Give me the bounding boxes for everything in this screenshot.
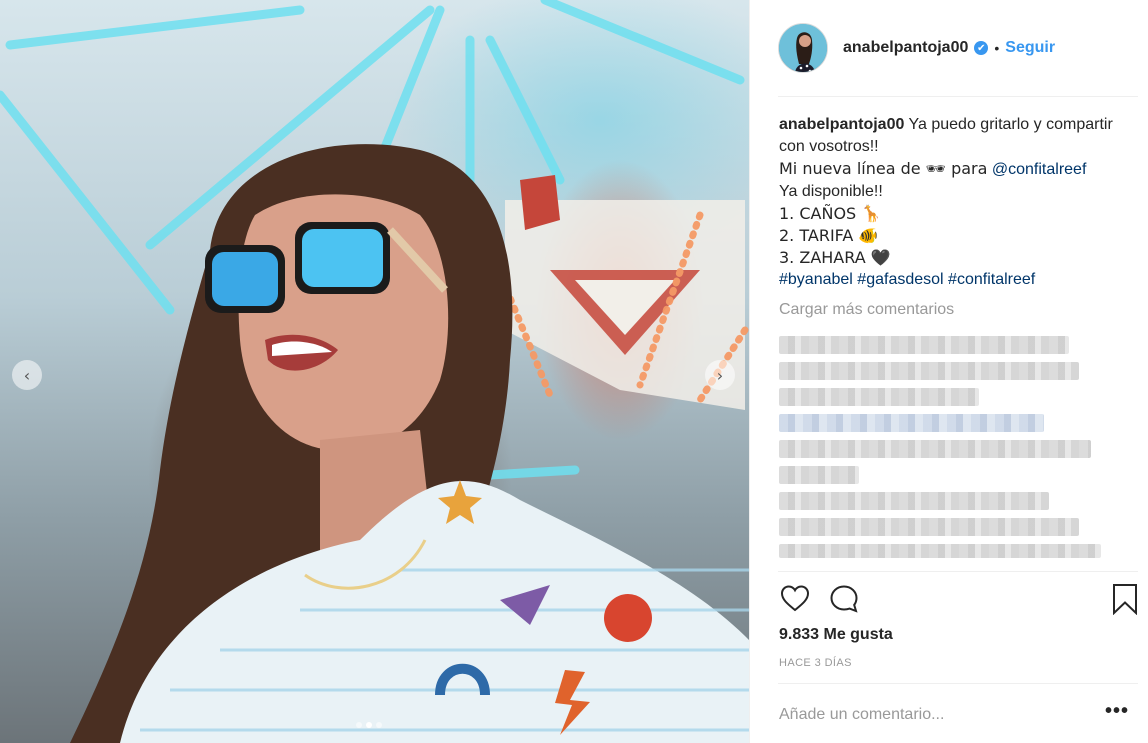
load-more-comments-button[interactable]: Cargar más comentarios [779, 301, 954, 319]
carousel-dot-active [366, 722, 372, 728]
chevron-left-icon: ‹ [23, 365, 31, 385]
verified-badge-icon: ✔ [974, 41, 989, 55]
caption-list-item: 3. ZAHARA 🖤 [779, 248, 891, 267]
post-caption: anabelpantoja00 Ya puedo gritarlo y comp… [779, 114, 1119, 291]
pixelated-comment [779, 466, 859, 484]
pixelated-comment [779, 492, 1049, 510]
pixelated-comment [779, 544, 1101, 558]
action-bar [779, 583, 1137, 616]
carousel-dot [356, 722, 362, 728]
hashtag-link[interactable]: #gafasdesol [857, 271, 943, 288]
mention-link[interactable]: @confitalreef [992, 161, 1087, 178]
more-options-button[interactable]: ••• [1105, 700, 1129, 723]
photo-illustration [0, 0, 749, 743]
avatar[interactable] [778, 23, 828, 73]
comment-bubble-icon [830, 585, 858, 613]
pixelated-comments [779, 336, 1109, 566]
add-comment-input[interactable] [779, 706, 1079, 724]
heart-icon [780, 585, 810, 612]
hashtag-link[interactable]: #byanabel [779, 271, 853, 288]
post-timestamp[interactable]: HACE 3 DÍAS [779, 657, 852, 669]
like-button[interactable] [779, 583, 811, 615]
post-sidebar: anabelpantoja00 ✔ • Seguir anabelpantoja… [749, 0, 1148, 743]
comment-button[interactable] [828, 583, 860, 615]
carousel-indicator [356, 722, 382, 728]
pixelated-comment [779, 414, 1044, 432]
post-header: anabelpantoja00 ✔ • Seguir [778, 22, 1133, 74]
save-button[interactable] [1109, 583, 1141, 616]
divider [778, 683, 1138, 684]
divider [778, 571, 1138, 572]
avatar-image [779, 24, 827, 72]
previous-photo-button[interactable]: ‹ [12, 360, 42, 390]
next-photo-button[interactable]: › [705, 360, 735, 390]
caption-text: Ya disponible!! [779, 183, 883, 200]
post-photo[interactable]: ‹ › [0, 0, 749, 743]
pixelated-comment [779, 518, 1079, 536]
rose-patch [604, 594, 652, 642]
hashtag-link[interactable]: #confitalreef [948, 271, 1035, 288]
caption-username-link[interactable]: anabelpantoja00 [779, 116, 904, 133]
like-count-link[interactable]: 9.833 Me gusta [779, 626, 893, 644]
caption-text: Mi nueva línea de 🕶 para [779, 159, 988, 178]
pixelated-comment [779, 388, 979, 406]
pixelated-comment [779, 362, 1079, 380]
separator-dot: • [994, 40, 1000, 56]
header-username-link[interactable]: anabelpantoja00 [843, 39, 968, 57]
chevron-right-icon: › [716, 365, 724, 385]
pixelated-comment [779, 336, 1069, 354]
caption-list-item: 2. TARIFA 🐠 [779, 226, 879, 245]
follow-button[interactable]: Seguir [1005, 39, 1055, 57]
caption-list-item: 1. CAÑOS 🦒 [779, 204, 882, 223]
carousel-dot [376, 722, 382, 728]
bookmark-icon [1113, 584, 1137, 616]
pixelated-comment [779, 440, 1091, 458]
divider [778, 96, 1138, 97]
